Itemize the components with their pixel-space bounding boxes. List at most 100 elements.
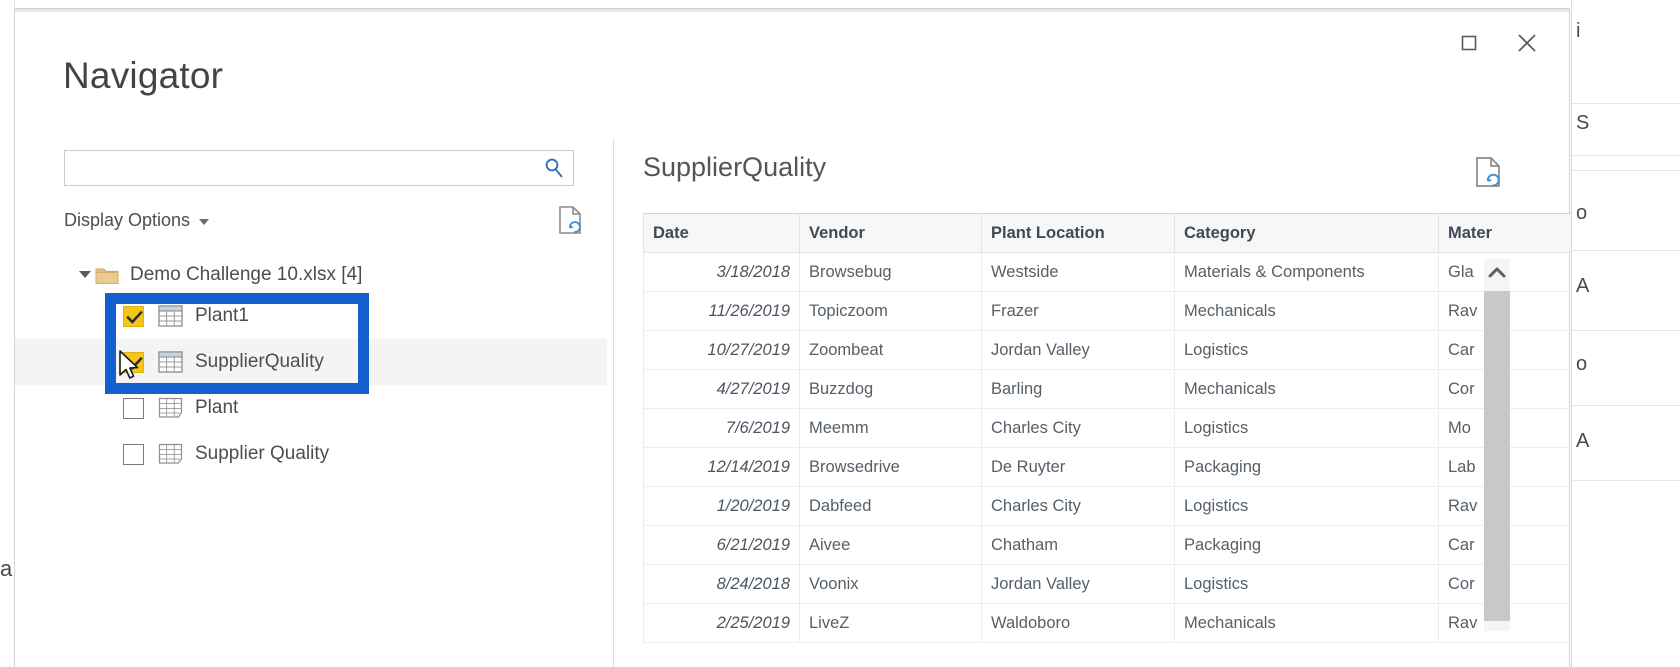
background-right-panel [1571, 0, 1680, 667]
cell-category: Materials & Components [1174, 252, 1439, 292]
cell-category: Mechanicals [1174, 603, 1439, 643]
cell-date: 3/18/2018 [643, 252, 800, 292]
cell-category: Logistics [1174, 330, 1439, 370]
table-row: 8/24/2018 Voonix Jordan Valley Logistics… [643, 564, 1571, 604]
tree-item-label: SupplierQuality [195, 351, 324, 372]
cell-vendor: Dabfeed [799, 486, 982, 526]
cell-category: Mechanicals [1174, 291, 1439, 331]
background-right-text-3: A [1576, 275, 1590, 297]
background-divider [1572, 405, 1680, 406]
cell-date: 1/20/2019 [643, 486, 800, 526]
column-header-category[interactable]: Category [1174, 213, 1439, 253]
cell-date: 8/24/2018 [643, 564, 800, 604]
refresh-document-icon[interactable] [557, 205, 585, 235]
maximize-button[interactable] [1449, 25, 1489, 61]
cell-plant-location: Jordan Valley [981, 564, 1175, 604]
checkbox-supplier-quality[interactable] [123, 444, 144, 465]
preview-title: SupplierQuality [643, 152, 827, 182]
search-icon[interactable] [543, 157, 565, 179]
column-header-date[interactable]: Date [643, 213, 800, 253]
table-row: 7/6/2019 Meemm Charles City Logistics Mo [643, 408, 1571, 448]
search-input[interactable] [73, 151, 537, 187]
table-icon [158, 305, 183, 327]
column-header-plant-location[interactable]: Plant Location [981, 213, 1175, 253]
cell-vendor: Topiczoom [799, 291, 982, 331]
cell-plant-location: Chatham [981, 525, 1175, 565]
background-left-text: a [0, 556, 13, 581]
cell-category: Logistics [1174, 564, 1439, 604]
table-row: 2/25/2019 LiveZ Waldoboro Mechanicals Ra… [643, 603, 1571, 643]
cell-plant-location: Westside [981, 252, 1175, 292]
folder-icon [95, 266, 119, 285]
tree-root-label: Demo Challenge 10.xlsx [4] [130, 264, 363, 285]
sheet-icon [158, 443, 183, 465]
cell-vendor: LiveZ [799, 603, 982, 643]
cell-date: 2/25/2019 [643, 603, 800, 643]
background-divider [1572, 103, 1680, 104]
cell-plant-location: Waldoboro [981, 603, 1175, 643]
tree-root-node[interactable]: Demo Challenge 10.xlsx [4] [15, 257, 607, 293]
background-divider [1572, 330, 1680, 331]
background-right-text-4: o [1576, 353, 1588, 375]
cell-vendor: Browsebug [799, 252, 982, 292]
refresh-document-icon[interactable] [1474, 156, 1504, 188]
scrollbar-thumb[interactable] [1484, 291, 1510, 621]
cell-plant-location: De Ruyter [981, 447, 1175, 487]
cell-date: 4/27/2019 [643, 369, 800, 409]
background-divider [1572, 170, 1680, 171]
checkbox-plant1[interactable] [123, 306, 144, 327]
background-right-text-0: i [1576, 20, 1581, 42]
close-button[interactable] [1507, 25, 1547, 61]
scroll-up-icon[interactable] [1484, 259, 1510, 285]
title-bar [15, 9, 1569, 12]
cell-date: 10/27/2019 [643, 330, 800, 370]
cell-vendor: Meemm [799, 408, 982, 448]
cell-vendor: Buzzdog [799, 369, 982, 409]
search-box[interactable] [64, 150, 574, 187]
table-row: 6/21/2019 Aivee Chatham Packaging Car [643, 525, 1571, 565]
cell-vendor: Aivee [799, 525, 982, 565]
screen: a i S o A o A Navigator Display Options … [0, 0, 1680, 667]
table-row: 3/18/2018 Browsebug Westside Materials &… [643, 252, 1571, 292]
background-divider [1572, 250, 1680, 251]
cell-plant-location: Barling [981, 369, 1175, 409]
table-header-row: Date Vendor Plant Location Category Mate… [643, 213, 1571, 253]
pane-divider [613, 139, 614, 667]
navigator-dialog: Navigator Display Options Demo Challenge… [14, 8, 1571, 667]
expander-triangle-icon[interactable] [79, 271, 91, 278]
cell-plant-location: Charles City [981, 486, 1175, 526]
cell-category: Logistics [1174, 408, 1439, 448]
preview-table: Date Vendor Plant Location Category Mate… [643, 213, 1571, 643]
column-header-vendor[interactable]: Vendor [799, 213, 982, 253]
tree-item-label: Plant1 [195, 305, 249, 326]
cell-category: Packaging [1174, 447, 1439, 487]
cell-category: Mechanicals [1174, 369, 1439, 409]
tree-item-supplier-quality[interactable]: Supplier Quality [15, 431, 607, 477]
background-divider [1572, 480, 1680, 481]
cell-category: Logistics [1174, 486, 1439, 526]
tree-item-label: Plant [195, 397, 239, 418]
cell-vendor: Zoombeat [799, 330, 982, 370]
tree-item-supplierquality[interactable]: SupplierQuality [15, 339, 607, 385]
preview-vertical-scrollbar[interactable] [1484, 259, 1510, 631]
table-row: 4/27/2019 Buzzdog Barling Mechanicals Co… [643, 369, 1571, 409]
checkbox-supplierquality[interactable] [123, 352, 144, 373]
background-right-text-5: A [1576, 430, 1590, 452]
dialog-title: Navigator [63, 55, 224, 96]
tree-item-plant1[interactable]: Plant1 [15, 293, 607, 339]
checkbox-plant[interactable] [123, 398, 144, 419]
tree-item-plant[interactable]: Plant [15, 385, 607, 431]
object-tree: Demo Challenge 10.xlsx [4] Plant1 Suppli… [15, 257, 607, 477]
preview-table-wrapper[interactable]: Date Vendor Plant Location Category Mate… [643, 213, 1571, 667]
column-header-material[interactable]: Mater [1438, 213, 1571, 253]
cell-plant-location: Jordan Valley [981, 330, 1175, 370]
table-row: 12/14/2019 Browsedrive De Ruyter Packagi… [643, 447, 1571, 487]
sheet-icon [158, 397, 183, 419]
chevron-down-icon [199, 219, 210, 225]
cell-plant-location: Frazer [981, 291, 1175, 331]
cell-plant-location: Charles City [981, 408, 1175, 448]
cell-vendor: Voonix [799, 564, 982, 604]
background-right-text-2: o [1576, 202, 1588, 224]
background-divider [1572, 155, 1680, 156]
display-options-dropdown[interactable]: Display Options [64, 210, 210, 231]
